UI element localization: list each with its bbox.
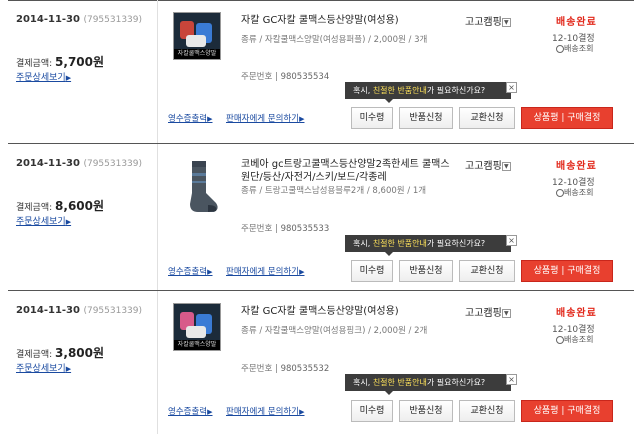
track-delivery-link[interactable]: 배송조회 xyxy=(556,43,593,54)
order-id: (795531339) xyxy=(83,15,143,25)
return-request-button[interactable]: 반품신청 xyxy=(399,400,453,422)
chevron-right-icon: ▶ xyxy=(65,365,72,373)
thumbnail-caption: 자칼쿨맥스양말 xyxy=(174,340,220,350)
return-guide-tooltip[interactable]: 혹시, 친절한 반품안내가 필요하신가요? xyxy=(345,235,511,256)
product-option: 종류 / 자칼쿨맥스양말(여성용퍼플) / 2,000원 / 3개 xyxy=(241,35,428,45)
exchange-request-button[interactable]: 교환신청 xyxy=(459,260,515,282)
order-date: 2014-11-30 (795531339) xyxy=(16,14,143,25)
product-name[interactable]: 코베아 gc트랑고쿨맥스등산양말2족한세트 쿨맥스원단/등산/자전거/스키/보드… xyxy=(241,158,451,184)
review-confirm-button[interactable]: 상품평 | 구매결정 xyxy=(521,107,613,129)
delivery-status: 배송완료 xyxy=(556,17,597,28)
contact-seller-link[interactable]: 판매자에게 문의하기▶ xyxy=(226,405,304,417)
exchange-request-button[interactable]: 교환신청 xyxy=(459,400,515,422)
product-name[interactable]: 자칼 GC자칼 쿨맥스등산양말(여성용) xyxy=(241,305,451,318)
close-icon[interactable]: × xyxy=(506,82,517,93)
close-icon[interactable]: × xyxy=(506,235,517,246)
product-thumbnail[interactable]: 자칼쿨맥스양말 xyxy=(173,303,221,351)
campaign-dropdown[interactable]: 고고캠핑 ▼ xyxy=(465,13,511,28)
contact-seller-link[interactable]: 판매자에게 문의하기▶ xyxy=(226,112,304,124)
magnifier-icon xyxy=(556,335,564,344)
track-delivery-link[interactable]: 배송조회 xyxy=(556,334,593,345)
product-name[interactable]: 자칼 GC자칼 쿨맥스등산양말(여성용) xyxy=(241,14,451,27)
product-thumbnail[interactable]: 자칼쿨맥스양말 xyxy=(173,12,221,60)
return-request-button[interactable]: 반품신청 xyxy=(399,107,453,129)
exchange-request-button[interactable]: 교환신청 xyxy=(459,107,515,129)
order-number: 주문번호 | 980535534 xyxy=(241,72,330,82)
product-thumbnail[interactable] xyxy=(178,159,222,215)
order-date: 2014-11-30 (795531339) xyxy=(16,158,143,169)
chevron-right-icon: ▶ xyxy=(65,218,72,226)
track-delivery-link[interactable]: 배송조회 xyxy=(556,187,593,198)
return-guide-tooltip[interactable]: 혹시, 친절한 반품안내가 필요하신가요? xyxy=(345,374,511,395)
payment-amount: 결제금액: 8,600원 xyxy=(16,199,105,213)
product-option: 종류 / 자칼쿨맥스양말(여성용핑크) / 2,000원 / 2개 xyxy=(241,326,428,336)
contact-seller-link[interactable]: 판매자에게 문의하기▶ xyxy=(226,265,304,277)
return-request-button[interactable]: 반품신청 xyxy=(399,260,453,282)
thumbnail-caption: 자칼쿨맥스양말 xyxy=(174,49,220,59)
review-confirm-button[interactable]: 상품평 | 구매결정 xyxy=(521,400,613,422)
unreceived-button[interactable]: 미수령 xyxy=(351,107,393,129)
payment-value: 8,600원 xyxy=(55,199,105,213)
unreceived-button[interactable]: 미수령 xyxy=(351,400,393,422)
order-detail-link[interactable]: 주문상세보기▶ xyxy=(16,214,71,227)
order-id: (795531339) xyxy=(83,306,143,316)
magnifier-icon xyxy=(556,44,564,53)
chevron-down-icon: ▼ xyxy=(501,17,511,27)
magnifier-icon xyxy=(556,188,564,197)
review-confirm-button[interactable]: 상품평 | 구매결정 xyxy=(521,260,613,282)
payment-amount: 결제금액: 5,700원 xyxy=(16,55,105,69)
payment-value: 3,800원 xyxy=(55,346,105,360)
order-number: 주문번호 | 980535532 xyxy=(241,364,330,374)
chevron-down-icon: ▼ xyxy=(501,308,511,318)
campaign-dropdown[interactable]: 고고캠핑 ▼ xyxy=(465,157,511,172)
order-detail-link[interactable]: 주문상세보기▶ xyxy=(16,70,71,83)
receipt-print-link[interactable]: 영수증출력▶ xyxy=(168,112,213,124)
delivery-status: 배송완료 xyxy=(556,161,597,172)
order-id: (795531339) xyxy=(83,159,143,169)
campaign-dropdown[interactable]: 고고캠핑 ▼ xyxy=(465,304,511,319)
return-guide-tooltip[interactable]: 혹시, 친절한 반품안내가 필요하신가요? xyxy=(345,82,511,103)
product-option: 종류 / 트랑고쿨맥스남성용블루2개 / 8,600원 / 1개 xyxy=(241,186,427,196)
order-row: 2014-11-30 (795531339) 결제금액: 8,600원 주문상세… xyxy=(0,144,640,289)
chevron-down-icon: ▼ xyxy=(501,161,511,171)
order-row: 2014-11-30 (795531339) 결제금액: 5,700원 주문상세… xyxy=(0,0,640,145)
delivery-status: 배송완료 xyxy=(556,308,597,319)
receipt-print-link[interactable]: 영수증출력▶ xyxy=(168,405,213,417)
receipt-print-link[interactable]: 영수증출력▶ xyxy=(168,265,213,277)
payment-value: 5,700원 xyxy=(55,55,105,69)
order-detail-link[interactable]: 주문상세보기▶ xyxy=(16,361,71,374)
unreceived-button[interactable]: 미수령 xyxy=(351,260,393,282)
payment-amount: 결제금액: 3,800원 xyxy=(16,346,105,360)
order-date: 2014-11-30 (795531339) xyxy=(16,305,143,316)
order-row: 2014-11-30 (795531339) 결제금액: 3,800원 주문상세… xyxy=(0,291,640,434)
chevron-right-icon: ▶ xyxy=(65,74,72,82)
order-number: 주문번호 | 980535533 xyxy=(241,224,330,234)
close-icon[interactable]: × xyxy=(506,374,517,385)
